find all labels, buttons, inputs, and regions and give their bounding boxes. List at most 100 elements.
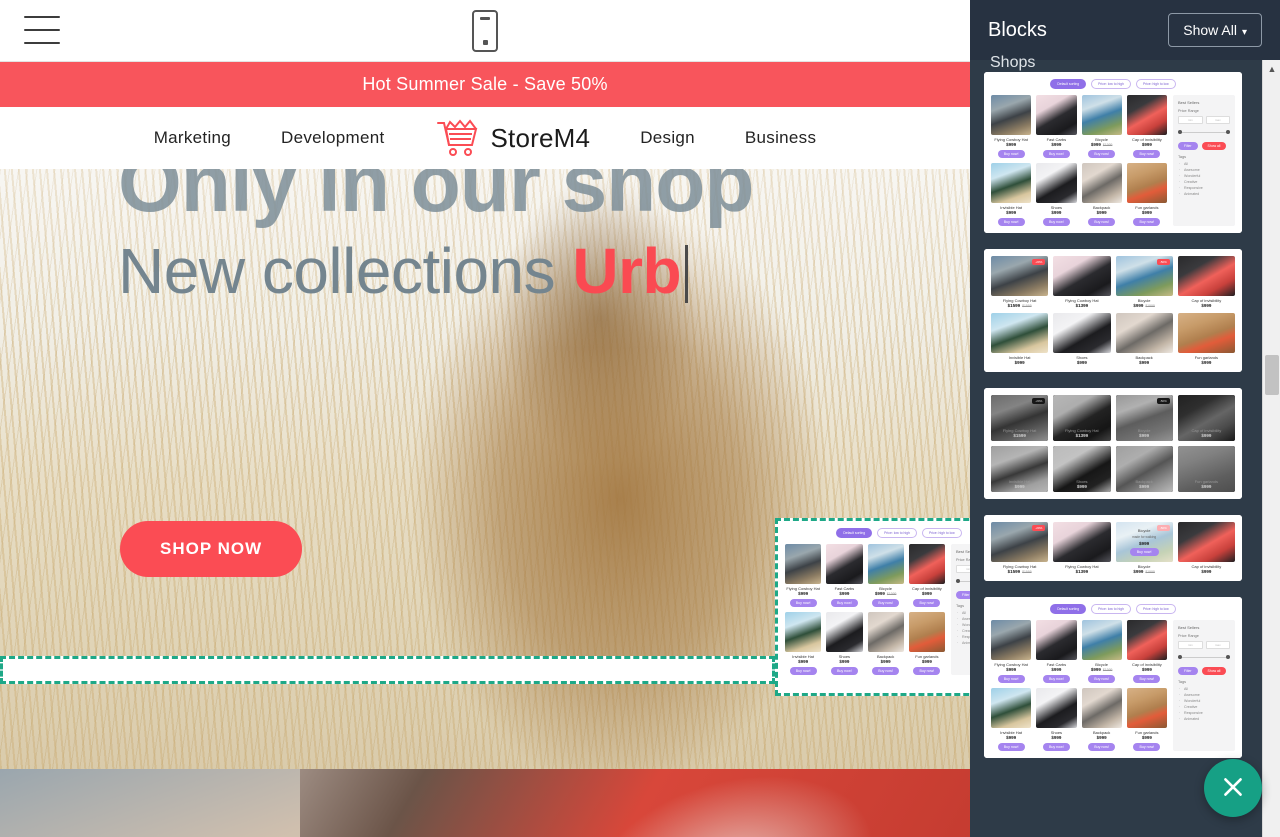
product-card[interactable]: Backpack $999 xyxy=(1115,313,1173,365)
product-card[interactable]: Flying Cowboy Hat $1399 xyxy=(1053,395,1111,441)
sort-pill[interactable]: Price: low to high xyxy=(877,528,917,538)
buy-now-button[interactable]: Buy now! xyxy=(1042,218,1070,226)
tag-item[interactable]: Animated xyxy=(1179,192,1230,196)
product-card[interactable]: Backpack $999 Buy now! xyxy=(867,612,904,675)
product-card[interactable]: Flying Cowboy Hat $1399 xyxy=(1053,522,1111,574)
show-all-button[interactable]: Show All ▾ xyxy=(1168,13,1262,47)
tag-item[interactable]: Creative xyxy=(1179,180,1230,184)
product-hover-overlay[interactable]: Bicycle made for walking $999 Buy now! xyxy=(1115,522,1173,562)
sort-pill[interactable]: Price: low to high xyxy=(1091,604,1131,614)
price-max-input[interactable]: max xyxy=(1205,116,1230,124)
buy-now-button[interactable]: Buy now! xyxy=(830,667,858,675)
buy-now-button[interactable]: Buy now! xyxy=(913,599,941,607)
product-card[interactable]: Fun garlands $999 Buy now! xyxy=(908,612,945,675)
tag-item[interactable]: Awesome xyxy=(1179,168,1230,172)
tag-item[interactable]: All xyxy=(1179,162,1230,166)
scroll-up-icon[interactable]: ▲ xyxy=(1263,60,1280,78)
buy-now-button[interactable]: Buy now! xyxy=(789,599,817,607)
price-slider[interactable] xyxy=(1178,654,1230,662)
tag-item[interactable]: All xyxy=(957,611,970,615)
block-thumbnail-shop-grid[interactable]: -20% Flying Cowboy Hat $1599 $1999 Flying Co… xyxy=(984,249,1242,372)
nav-item-development[interactable]: Development xyxy=(281,128,384,148)
sort-pill[interactable]: Default sorting xyxy=(1050,604,1087,614)
sort-pill[interactable]: Price: high to low xyxy=(921,528,962,538)
product-card[interactable]: Invisible Hat $999 xyxy=(991,446,1049,492)
tag-item[interactable]: Awesome xyxy=(1179,693,1230,697)
buy-now-button[interactable]: Buy now! xyxy=(830,599,858,607)
buy-now-button[interactable]: Buy now! xyxy=(997,218,1025,226)
product-card[interactable]: Cap of invisibility $999 xyxy=(1177,256,1235,308)
product-card[interactable]: Fast Carbs $999 Buy now! xyxy=(1036,95,1077,158)
sort-pill[interactable]: Price: high to low xyxy=(1135,79,1176,89)
product-card[interactable]: Bicycle $999 $1999 Buy now! xyxy=(1081,620,1122,683)
product-card[interactable]: Cap of invisibility $999 Buy now! xyxy=(1126,620,1167,683)
panel-scrollbar[interactable]: ▲ xyxy=(1262,60,1280,837)
sort-pill[interactable]: Default sorting xyxy=(836,528,873,538)
filter-button[interactable]: Filter xyxy=(956,591,970,599)
buy-now-button[interactable]: Buy now! xyxy=(1042,743,1070,751)
buy-now-button[interactable]: Buy now! xyxy=(1133,150,1161,158)
mobile-device-icon[interactable] xyxy=(472,10,498,52)
buy-now-button[interactable]: Buy now! xyxy=(1042,675,1070,683)
product-card[interactable]: Cap of invisibility $999 xyxy=(1177,522,1235,574)
dragged-block-preview[interactable]: Default sorting Price: low to high Price: … xyxy=(775,518,970,696)
product-card[interactable]: -50%Bicyclemade for walking$999Buy now!B… xyxy=(1115,522,1173,574)
block-thumbnail-shop-dark[interactable]: -20% Flying Cowboy Hat $1599 Flying Cowboy … xyxy=(984,388,1242,499)
product-card[interactable]: Shoes $999 Buy now! xyxy=(1036,163,1077,226)
show-all-products-button[interactable]: Show all xyxy=(1201,142,1227,150)
nav-item-marketing[interactable]: Marketing xyxy=(154,128,231,148)
price-min-input[interactable]: min xyxy=(956,565,970,573)
buy-now-button[interactable]: Buy now! xyxy=(872,667,900,675)
buy-now-button[interactable]: Buy now! xyxy=(1042,150,1070,158)
product-card[interactable]: Fun garlands $999 xyxy=(1177,313,1235,365)
tag-item[interactable]: Creative xyxy=(1179,705,1230,709)
price-slider[interactable] xyxy=(956,578,970,586)
tag-item[interactable]: Wonderful xyxy=(957,623,970,627)
product-card[interactable]: Cap of invisibility $999 Buy now! xyxy=(908,544,945,607)
block-thumbnail-shop-filter[interactable]: Default sorting Price: low to high Price: … xyxy=(984,72,1242,233)
price-min-input[interactable]: min xyxy=(1178,116,1203,124)
product-card[interactable]: Flying Cowboy Hat $999 Buy now! xyxy=(785,544,822,607)
product-card[interactable]: -20% Flying Cowboy Hat $1599 xyxy=(991,395,1049,441)
product-card[interactable]: Cap of invisibility $999 Buy now! xyxy=(1126,95,1167,158)
nav-item-business[interactable]: Business xyxy=(745,128,816,148)
blocks-list[interactable]: Default sorting Price: low to high Price: … xyxy=(970,60,1262,837)
filter-button[interactable]: Filter xyxy=(1178,667,1198,675)
hamburger-icon[interactable] xyxy=(24,16,60,44)
filter-button[interactable]: Filter xyxy=(1178,142,1198,150)
buy-now-button[interactable]: Buy now! xyxy=(872,599,900,607)
tag-item[interactable]: Animated xyxy=(957,641,970,645)
product-card[interactable]: Shoes $999 Buy now! xyxy=(1036,688,1077,751)
sort-pill[interactable]: Price: high to low xyxy=(1135,604,1176,614)
product-card[interactable]: Fast Carbs $999 Buy now! xyxy=(826,544,863,607)
nav-item-design[interactable]: Design xyxy=(640,128,695,148)
price-max-input[interactable]: max xyxy=(1205,641,1230,649)
product-card[interactable]: Invisible Hat $999 Buy now! xyxy=(785,612,822,675)
product-card[interactable]: -20% Flying Cowboy Hat $1599 $1999 xyxy=(991,256,1049,308)
shop-now-button[interactable]: SHOP NOW xyxy=(120,521,303,577)
product-card[interactable]: Invisible Hat $999 xyxy=(991,313,1049,365)
product-card[interactable]: Shoes $999 Buy now! xyxy=(826,612,863,675)
buy-now-button[interactable]: Buy now! xyxy=(1088,675,1116,683)
price-slider[interactable] xyxy=(1178,129,1230,137)
product-card[interactable]: Fun garlands $999 xyxy=(1177,446,1235,492)
buy-now-button[interactable]: Buy now! xyxy=(997,150,1025,158)
tag-item[interactable]: All xyxy=(1179,687,1230,691)
buy-now-button[interactable]: Buy now! xyxy=(997,743,1025,751)
sort-pill[interactable]: Default sorting xyxy=(1050,79,1087,89)
buy-now-button[interactable]: Buy now! xyxy=(997,675,1025,683)
scrollbar-thumb[interactable] xyxy=(1265,355,1279,395)
product-card[interactable]: Invisible Hat $999 Buy now! xyxy=(991,688,1032,751)
brand-logo[interactable]: StoreM4 xyxy=(435,118,591,158)
product-card[interactable]: Fast Carbs $999 Buy now! xyxy=(1036,620,1077,683)
buy-now-button[interactable]: Buy now! xyxy=(913,667,941,675)
product-card[interactable]: Bicycle $999 $1999 Buy now! xyxy=(1081,95,1122,158)
promo-bar[interactable]: Hot Summer Sale - Save 50% xyxy=(0,62,970,107)
block-thumbnail-shop-filter-2[interactable]: Default sorting Price: low to high Price: … xyxy=(984,597,1242,758)
block-thumbnail-shop-hover[interactable]: -20% Flying Cowboy Hat $1599 $1999 Flying Co… xyxy=(984,515,1242,581)
tag-item[interactable]: Responsive xyxy=(1179,711,1230,715)
buy-now-button[interactable]: Buy now! xyxy=(1133,218,1161,226)
buy-now-button[interactable]: Buy now! xyxy=(1088,218,1116,226)
product-card[interactable]: Shoes $999 xyxy=(1053,446,1111,492)
product-card[interactable]: Backpack $999 Buy now! xyxy=(1081,163,1122,226)
